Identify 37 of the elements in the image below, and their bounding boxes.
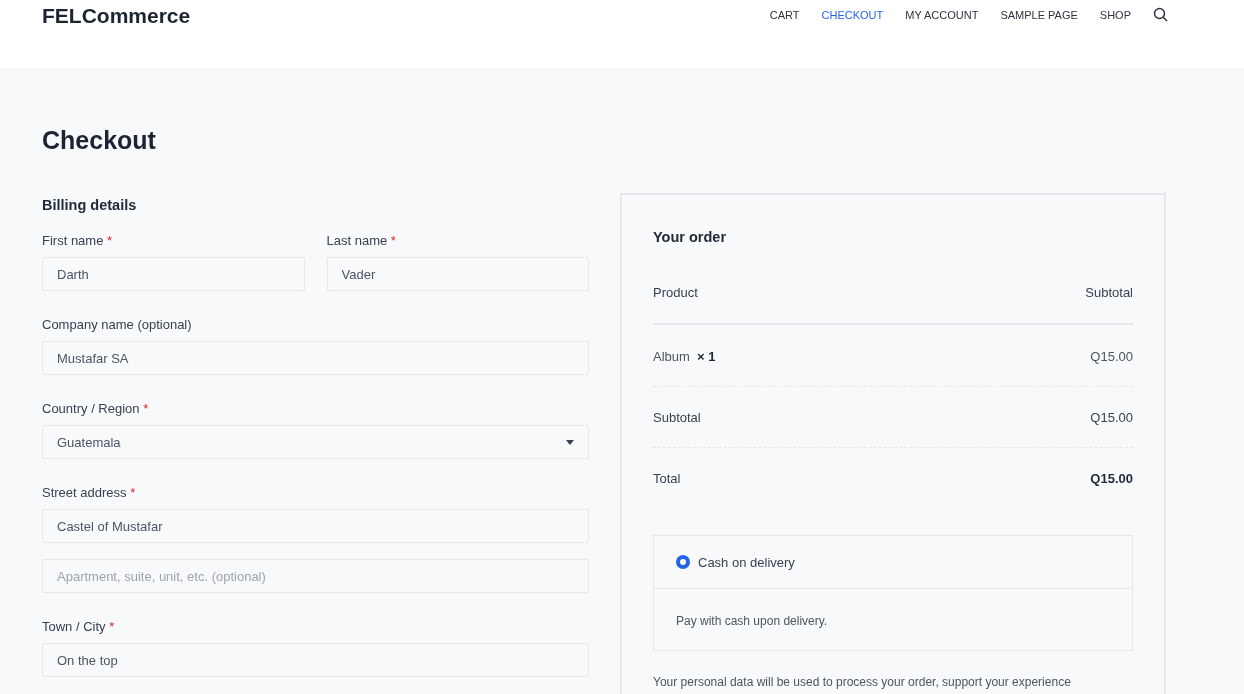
page-title: Checkout	[42, 126, 157, 155]
total-label: Total	[653, 471, 681, 486]
site-logo[interactable]: FELCommerce	[42, 4, 191, 28]
caret-icon	[566, 439, 574, 445]
search-icon[interactable]	[1153, 7, 1168, 22]
total-amount: Q15.00	[1090, 471, 1133, 486]
payment-description: Pay with cash upon delivery.	[675, 613, 829, 630]
field-label: First name *	[42, 233, 114, 248]
payment-label[interactable]: Cash on delivery	[698, 554, 795, 570]
field-label: Last name *	[326, 233, 397, 248]
input-field[interactable]: Apartment, suite, unit, etc. (optional)	[42, 559, 589, 593]
column-header: Product	[653, 285, 698, 300]
section-heading: Billing details	[42, 197, 138, 213]
column-header: Subtotal	[1085, 285, 1133, 300]
input-field[interactable]: Mustafar SA	[42, 341, 589, 375]
subtotal-amount: Q15.00	[1090, 410, 1133, 425]
input-field[interactable]: Vader	[326, 257, 589, 291]
field-label: Company name (optional)	[42, 317, 193, 332]
quantity: × 1	[697, 349, 716, 364]
subtotal-label: Subtotal	[653, 410, 701, 425]
privacy-text: Your personal data will be used to process your order, support your experience	[653, 675, 1072, 689]
nav-link[interactable]: SHOP	[1099, 8, 1131, 21]
nav-link[interactable]: CHECKOUT	[821, 8, 884, 21]
price: Q15.00	[1090, 349, 1133, 364]
field-label: Town / City *	[42, 619, 116, 634]
nav-link[interactable]: SAMPLE PAGE	[1000, 8, 1078, 21]
section-heading: Your order	[653, 229, 728, 245]
field-label: Country / Region *	[42, 401, 150, 416]
product-name: Album	[653, 349, 690, 364]
input-field[interactable]: Castel of Mustafar	[42, 509, 589, 543]
country-select[interactable]: Guatemala	[42, 425, 589, 459]
nav-link[interactable]: MY ACCOUNT	[905, 8, 979, 21]
field-label: Street address *	[42, 485, 137, 500]
input-field[interactable]: Darth	[42, 257, 305, 291]
input-field[interactable]: On the top	[42, 643, 589, 677]
nav-link[interactable]: CART	[769, 8, 800, 21]
radio-button[interactable]	[676, 555, 690, 569]
